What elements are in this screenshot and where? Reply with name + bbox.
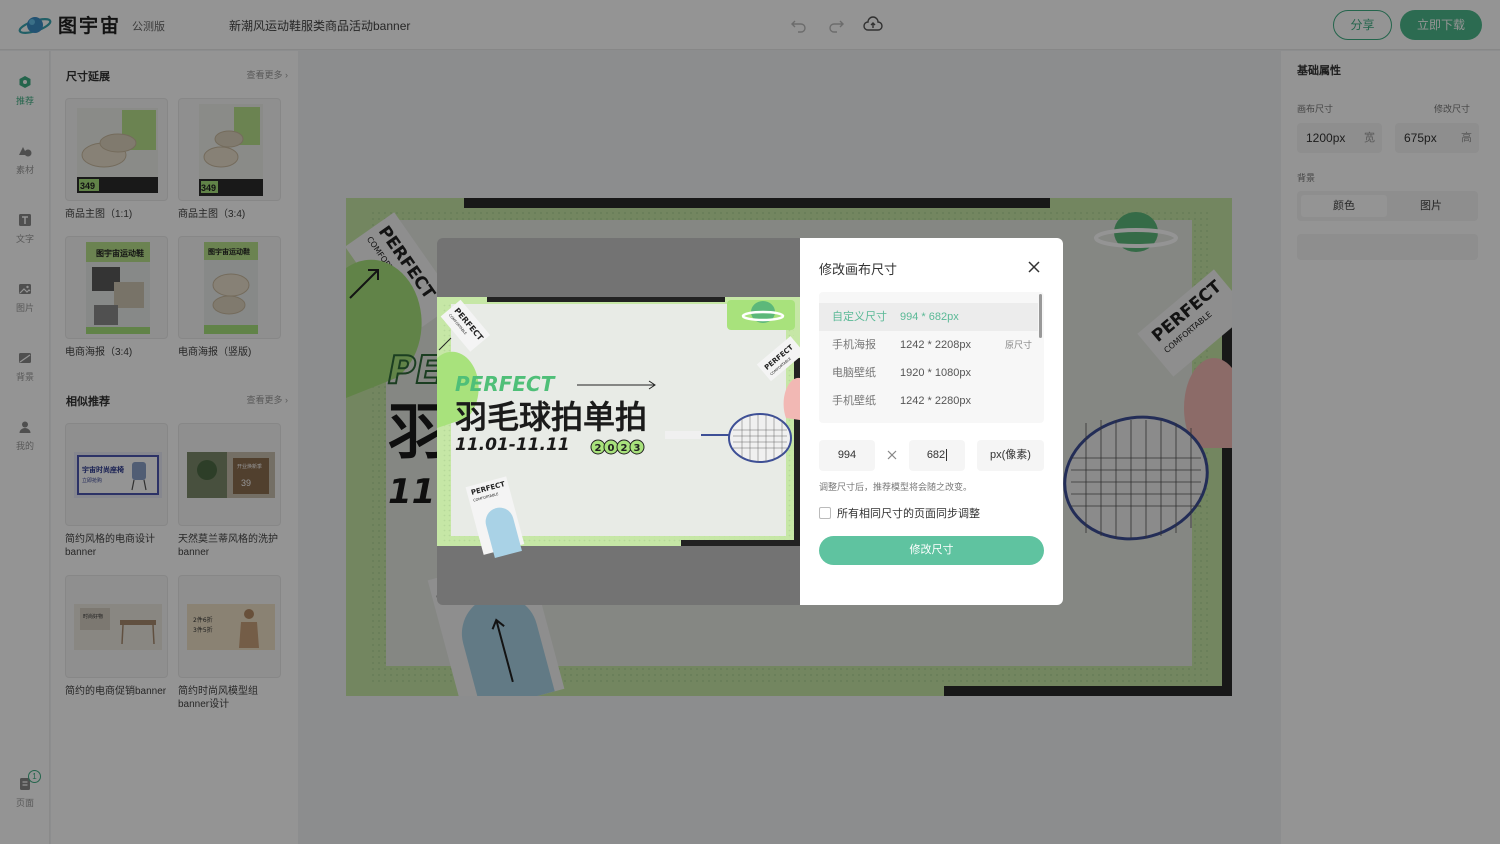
resize-preview: PERFECT COMFORTABLE PERFECT COMFORTABLE … <box>437 238 805 605</box>
preset-list[interactable]: 自定义尺寸 994 * 682px 手机海报 1242 * 2208px 原尺寸… <box>819 292 1044 423</box>
preset-item[interactable]: 手机壁纸 1242 * 2280px <box>819 387 1038 415</box>
unit-select[interactable]: px(像素) <box>977 440 1044 471</box>
preset-size: 1920 * 1080px <box>900 367 971 379</box>
preset-size: 1242 * 2208px <box>900 339 971 351</box>
resize-canvas-dialog: PERFECT COMFORTABLE PERFECT COMFORTABLE … <box>437 238 1063 605</box>
preset-name: 手机壁纸 <box>832 395 876 407</box>
height-input-value: 682 <box>926 449 946 461</box>
preset-name: 自定义尺寸 <box>832 311 887 323</box>
year-digit: 2 <box>621 443 628 454</box>
sync-label: 所有相同尺寸的页面同步调整 <box>837 508 980 520</box>
preview-headline: 羽毛球拍单拍 <box>455 398 647 436</box>
preset-item[interactable]: 手机海报 1242 * 2208px 原尺寸 <box>819 331 1038 359</box>
text-caret <box>946 449 948 462</box>
preset-scrollbar[interactable] <box>1039 294 1042 338</box>
apply-resize-button[interactable]: 修改尺寸 <box>819 536 1044 565</box>
preset-item[interactable]: 自定义尺寸 994 * 682px <box>819 303 1038 331</box>
preset-name: 手机海报 <box>832 339 876 351</box>
original-size-tag: 原尺寸 <box>1004 340 1032 350</box>
preview-banner: PERFECT COMFORTABLE PERFECT COMFORTABLE … <box>437 297 805 559</box>
sync-checkbox[interactable] <box>819 507 831 519</box>
preview-dates: 11.01-11.11 <box>455 435 570 455</box>
close-icon[interactable] <box>1026 259 1042 275</box>
year-digit: 0 <box>608 443 615 454</box>
year-digit: 3 <box>634 443 641 454</box>
width-input[interactable]: 994 <box>819 440 875 471</box>
resize-hint: 调整尺寸后，推荐模型将会随之改变。 <box>819 482 973 492</box>
year-digit: 2 <box>595 443 602 454</box>
preset-size: 1242 * 2280px <box>900 395 971 407</box>
resize-form: 修改画布尺寸 自定义尺寸 994 * 682px 手机海报 1242 * 220… <box>800 238 1063 605</box>
preset-name: 电脑壁纸 <box>832 367 876 379</box>
times-icon <box>885 448 899 462</box>
preview-perfect: PERFECT <box>455 372 556 396</box>
sync-option[interactable]: 所有相同尺寸的页面同步调整 <box>819 505 980 521</box>
dialog-title: 修改画布尺寸 <box>819 262 898 277</box>
preset-item[interactable]: 电脑壁纸 1920 * 1080px <box>819 359 1038 387</box>
height-input[interactable]: 682 <box>909 440 965 471</box>
preset-size: 994 * 682px <box>900 311 959 323</box>
